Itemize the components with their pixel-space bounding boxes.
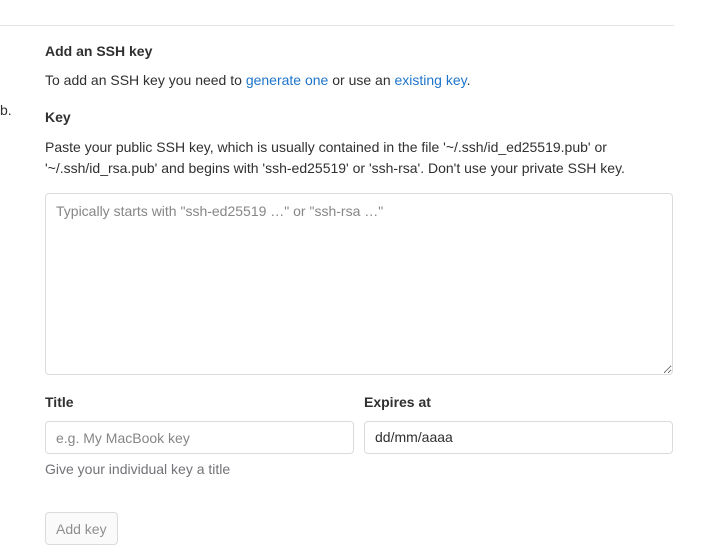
title-input[interactable] (45, 421, 354, 454)
expires-at-date-input[interactable]: dd/mm/aaaa (364, 421, 673, 454)
expires-at-label: Expires at (364, 394, 431, 410)
key-label: Key (45, 109, 71, 125)
intro-suffix: . (466, 72, 471, 88)
ssh-keys-page: b. Add an SSH key To add an SSH key you … (0, 0, 723, 553)
title-help-text: Give your individual key a title (45, 461, 231, 477)
intro-prefix: To add an SSH key you need to (45, 72, 246, 88)
existing-key-link[interactable]: existing key (395, 72, 467, 88)
generate-one-link[interactable]: generate one (246, 72, 329, 88)
section-title: Add an SSH key (45, 43, 153, 59)
top-divider (0, 25, 674, 26)
key-textarea[interactable] (45, 193, 673, 375)
key-help-text: Paste your public SSH key, which is usua… (45, 139, 625, 176)
intro-text: To add an SSH key you need to generate o… (45, 72, 471, 88)
add-key-button[interactable]: Add key (45, 512, 118, 545)
title-label: Title (45, 394, 74, 410)
intro-middle: or use an (328, 72, 395, 88)
sidebar-text-fragment: b. (0, 102, 12, 118)
